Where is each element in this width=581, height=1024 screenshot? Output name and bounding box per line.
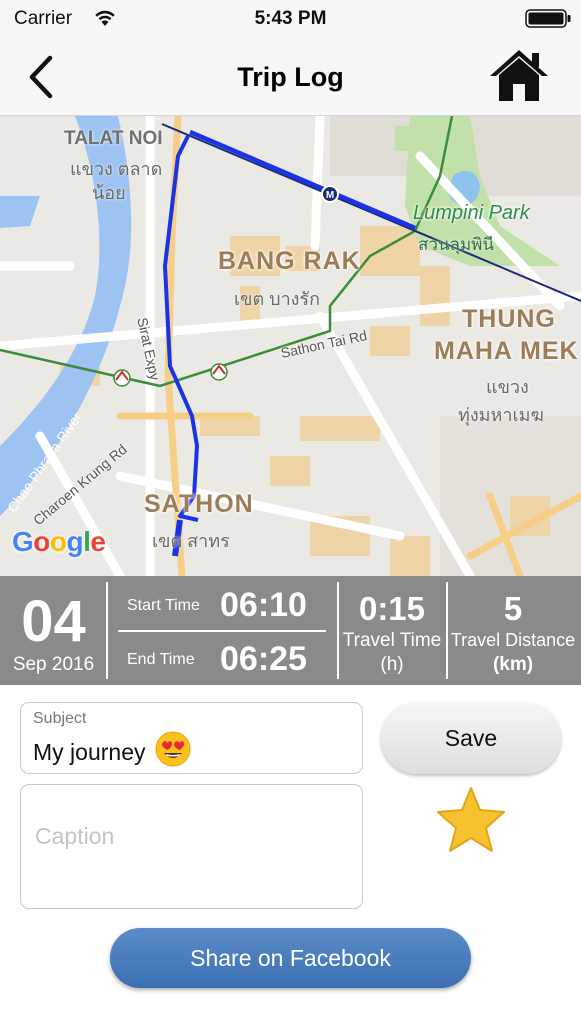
trip-map[interactable]: M TALAT NOI แขวง ตลาด น้อย BANG RAK เขต … — [0, 116, 581, 576]
trip-stats-bar: 04 Sep 2016 Start Time 06:10 End Time 06… — [0, 576, 581, 685]
save-button[interactable]: Save — [381, 702, 561, 774]
subject-label: Subject — [33, 710, 87, 727]
travel-distance-unit: (km) — [492, 654, 534, 675]
map-label-talat-noi: TALAT NOI — [64, 128, 163, 149]
home-icon[interactable] — [488, 47, 550, 103]
map-label-talat-noi-thai-2: น้อย — [92, 183, 126, 203]
map-label-maha-mek: MAHA MEK — [434, 337, 579, 365]
trip-day: 04 — [21, 589, 86, 654]
battery-icon — [525, 9, 571, 28]
travel-time-unit: (h) — [380, 654, 404, 675]
travel-distance-value: 5 — [503, 590, 523, 627]
stats-divider — [106, 582, 108, 679]
map-label-lumpini-park-thai: สวนลุมพินี — [418, 235, 494, 254]
map-label-bang-rak-thai: เขต บางรัก — [234, 289, 321, 309]
status-time: 5:43 PM — [254, 8, 327, 29]
map-label-sathon: SATHON — [144, 490, 254, 518]
map-label-sathon-thai: เขต สาทร — [152, 531, 230, 551]
map-label-thung: THUNG — [462, 305, 556, 333]
map-label-bang-rak: BANG RAK — [218, 247, 361, 275]
heart-eyes-emoji-icon — [155, 731, 191, 767]
travel-time-label: Travel Time — [342, 630, 442, 651]
end-time-label: End Time — [127, 651, 195, 668]
start-time-label: Start Time — [127, 597, 200, 614]
svg-text:M: M — [326, 190, 334, 201]
map-label-lumpini-park: Lumpini Park — [413, 202, 530, 224]
google-logo: Google — [12, 526, 106, 557]
travel-time-value: 0:15 — [358, 590, 426, 627]
end-time-value: 06:25 — [220, 640, 307, 678]
start-time-value: 06:10 — [220, 586, 307, 624]
subject-value: My journey — [33, 738, 146, 765]
caption-field[interactable]: Caption — [20, 784, 363, 909]
time-divider — [118, 630, 326, 632]
status-bar: Carrier 5:43 PM — [0, 0, 581, 38]
trip-log-screen: Carrier 5:43 PM Trip Log M TALAT NOI แขว… — [0, 0, 581, 1024]
travel-distance-label: Travel Distance — [450, 630, 576, 650]
share-on-facebook-button[interactable]: Share on Facebook — [110, 928, 471, 988]
caption-placeholder: Caption — [35, 823, 115, 849]
map-label-thung-thai-1: แขวง — [486, 377, 529, 397]
star-icon[interactable] — [435, 785, 507, 853]
subject-value-row: My journey — [33, 731, 191, 767]
navigation-bar: Trip Log — [0, 38, 581, 116]
subject-field[interactable]: Subject My journey — [20, 702, 363, 774]
map-label-thung-thai-2: ทุ่งมหาเมฆ — [458, 405, 544, 425]
trip-month-year: Sep 2016 — [12, 654, 95, 675]
